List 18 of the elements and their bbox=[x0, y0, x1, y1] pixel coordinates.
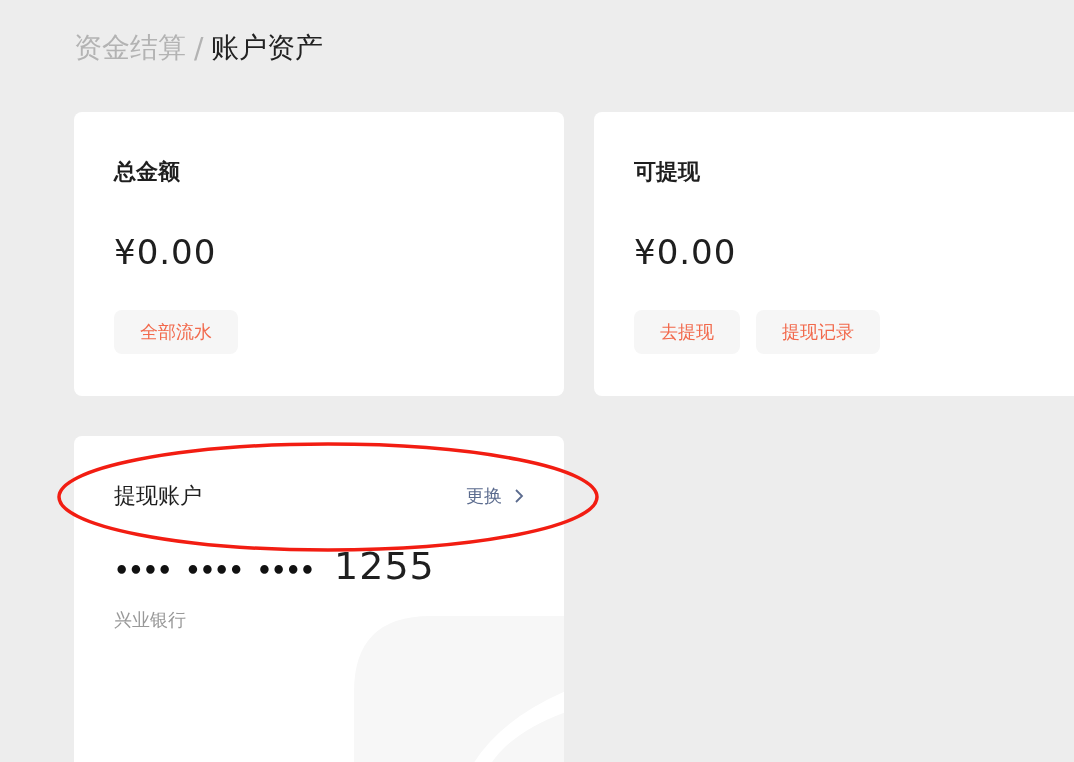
masked-digits: •••• bbox=[185, 557, 243, 585]
bank-name: 兴业银行 bbox=[114, 608, 187, 632]
breadcrumb-current: 账户资产 bbox=[211, 30, 324, 66]
masked-digits: •••• bbox=[256, 557, 315, 585]
action-button[interactable]: 全部流水 bbox=[114, 310, 238, 354]
breadcrumb-link[interactable]: 资金结算 bbox=[74, 29, 186, 67]
breadcrumb-separator: / bbox=[194, 31, 204, 65]
card-title: 可提现 bbox=[634, 158, 701, 186]
amount-value: ¥0.00 bbox=[114, 231, 218, 274]
amount-value: ¥0.00 bbox=[634, 231, 738, 274]
action-button[interactable]: 去提现 bbox=[634, 310, 740, 354]
card-number-digits: 1255 bbox=[334, 544, 435, 588]
card-title: 总金额 bbox=[114, 158, 181, 186]
card-title: 提现账户 bbox=[114, 482, 202, 510]
action-button[interactable]: 提现记录 bbox=[756, 310, 880, 354]
chevron-right-icon bbox=[514, 488, 524, 504]
change-link[interactable]: 更换 bbox=[466, 484, 524, 508]
masked-digits: •••• bbox=[114, 557, 172, 585]
